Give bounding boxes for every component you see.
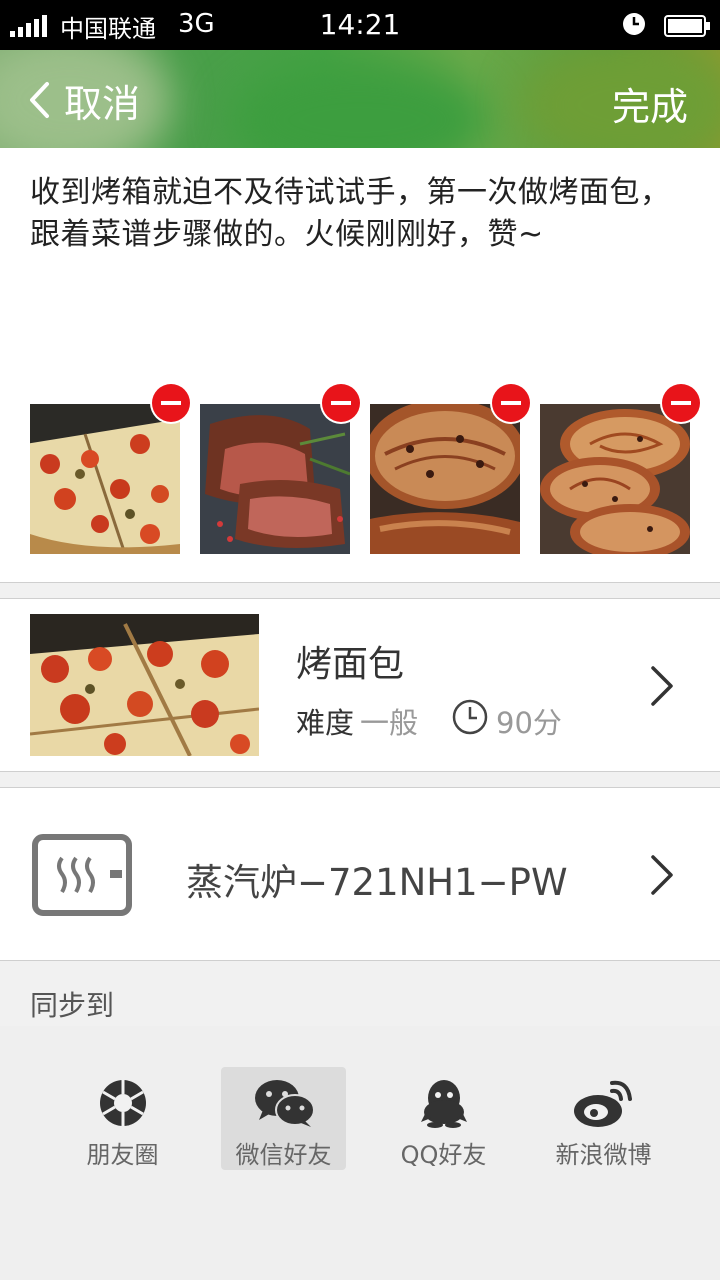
remove-photo-button-2[interactable] (322, 384, 360, 422)
difficulty-label: 难度 (296, 705, 355, 740)
share-moments-button[interactable]: 朋友圈 (60, 1067, 185, 1170)
photo-thumbnail-3[interactable] (370, 404, 520, 554)
qq-icon (381, 1077, 506, 1129)
clock-time: 14:21 (319, 8, 401, 41)
sync-label: 同步到 (30, 989, 115, 1022)
share-weibo-button[interactable]: 新浪微博 (541, 1067, 666, 1170)
recipe-title: 烤面包 (296, 644, 405, 685)
share-qq-button[interactable]: QQ好友 (381, 1067, 506, 1170)
divider (0, 771, 720, 772)
battery-icon (664, 14, 712, 44)
post-text-input[interactable]: 收到烤箱就迫不及待试试手，第一次做烤面包，跟着菜谱步骤做的。火候刚刚好，赞~ (30, 172, 700, 256)
remove-photo-button-3[interactable] (492, 384, 530, 422)
share-wechat-label: 微信好友 (235, 1141, 332, 1169)
chevron-left-icon (30, 82, 49, 118)
done-button[interactable]: 完成 (612, 76, 688, 131)
photo-thumbnail-2[interactable] (200, 404, 350, 554)
divider (0, 582, 720, 583)
share-weibo-label: 新浪微博 (555, 1141, 652, 1169)
device-card[interactable]: 蒸汽炉−721NH1−PW (0, 788, 720, 960)
clock-icon (452, 699, 488, 742)
divider (0, 960, 720, 961)
remove-photo-button-4[interactable] (662, 384, 700, 422)
share-moments-label: 朋友圈 (86, 1141, 159, 1169)
wechat-icon (221, 1077, 346, 1129)
cancel-label: 取消 (64, 81, 141, 126)
chevron-right-icon (651, 855, 673, 895)
recipe-duration: 90分 (496, 705, 562, 740)
remove-photo-button-1[interactable] (152, 384, 190, 422)
alarm-icon (622, 12, 646, 43)
recipe-card[interactable]: 烤面包 难度 一般 90分 (0, 599, 720, 771)
cancel-button[interactable]: 取消 (28, 72, 140, 128)
photo-thumbnail-1[interactable] (30, 404, 180, 554)
recipe-meta: 难度 一般 90分 (296, 699, 562, 742)
status-bar: 中国联通 3G 14:21 (0, 0, 720, 50)
moments-icon (60, 1077, 185, 1129)
share-qq-label: QQ好友 (400, 1141, 487, 1169)
device-name: 蒸汽炉−721NH1−PW (186, 861, 568, 904)
share-wechat-button[interactable]: 微信好友 (221, 1067, 346, 1170)
weibo-icon (541, 1077, 666, 1129)
chevron-right-icon (651, 666, 673, 706)
post-composer: 收到烤箱就迫不及待试试手，第一次做烤面包，跟着菜谱步骤做的。火候刚刚好，赞~ (0, 148, 720, 582)
difficulty-value: 一般 (360, 705, 419, 740)
recipe-image (30, 614, 259, 756)
photo-thumbnail-4[interactable] (540, 404, 690, 554)
navigation-bar: 取消 完成 (0, 50, 720, 148)
steam-oven-icon (32, 834, 132, 916)
